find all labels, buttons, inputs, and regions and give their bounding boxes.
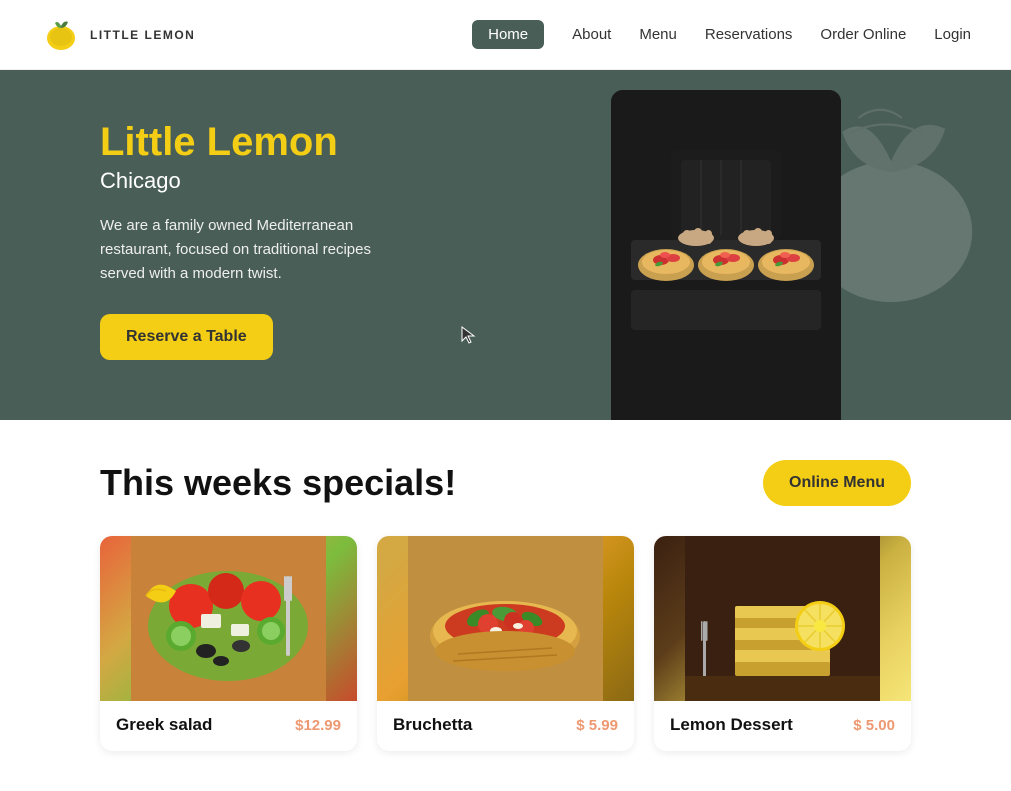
nav-item-reservations[interactable]: Reservations bbox=[705, 26, 793, 44]
nav-item-menu[interactable]: Menu bbox=[639, 26, 677, 44]
nav-item-home[interactable]: Home bbox=[472, 26, 544, 44]
card-body-bruchetta: Bruchetta $ 5.99 bbox=[377, 701, 634, 751]
nav-links: Home About Menu Reservations Order Onlin… bbox=[472, 26, 971, 44]
hero-food-svg bbox=[611, 90, 841, 420]
nav-link-menu[interactable]: Menu bbox=[639, 26, 677, 43]
specials-section: This weeks specials! Online Menu bbox=[0, 420, 1011, 791]
food-canvas-bg bbox=[611, 90, 841, 420]
hero-title: Little Lemon bbox=[100, 120, 380, 164]
hero-food-image bbox=[611, 90, 841, 420]
nav-link-order-online[interactable]: Order Online bbox=[820, 26, 906, 43]
card-image-greek-salad bbox=[100, 536, 357, 701]
specials-header: This weeks specials! Online Menu bbox=[100, 460, 911, 506]
card-image-bruchetta bbox=[377, 536, 634, 701]
hero-section: Little Lemon Chicago We are a family own… bbox=[0, 70, 1011, 420]
specials-cards-row: Greek salad $12.99 bbox=[100, 536, 911, 751]
card-greek-salad: Greek salad $12.99 bbox=[100, 536, 357, 751]
card-name-greek-salad: Greek salad bbox=[116, 715, 212, 735]
specials-title: This weeks specials! bbox=[100, 462, 456, 504]
card-price-greek-salad: $12.99 bbox=[295, 717, 341, 734]
nav-item-login[interactable]: Login bbox=[934, 26, 971, 44]
nav-item-order-online[interactable]: Order Online bbox=[820, 26, 906, 44]
reserve-table-button[interactable]: Reserve a Table bbox=[100, 314, 273, 360]
card-bruchetta: Bruchetta $ 5.99 bbox=[377, 536, 634, 751]
nav-link-reservations[interactable]: Reservations bbox=[705, 26, 793, 43]
navbar: LITTLE LEMON Home About Menu Reservation… bbox=[0, 0, 1011, 70]
mouse-cursor bbox=[460, 325, 480, 345]
card-row-lemon-dessert: Lemon Dessert $ 5.00 bbox=[670, 715, 895, 735]
card-row-bruchetta: Bruchetta $ 5.99 bbox=[393, 715, 618, 735]
hero-subtitle: Chicago bbox=[100, 168, 380, 194]
nav-item-about[interactable]: About bbox=[572, 26, 611, 44]
hero-description: We are a family owned Mediterranean rest… bbox=[100, 214, 380, 286]
card-image-lemon-dessert bbox=[654, 536, 911, 701]
card-name-bruchetta: Bruchetta bbox=[393, 715, 472, 735]
online-menu-button[interactable]: Online Menu bbox=[763, 460, 911, 506]
logo-icon bbox=[40, 14, 82, 56]
hero-content: Little Lemon Chicago We are a family own… bbox=[100, 120, 380, 360]
card-lemon-dessert: Lemon Dessert $ 5.00 bbox=[654, 536, 911, 751]
nav-link-home[interactable]: Home bbox=[472, 20, 544, 49]
card-row-greek-salad: Greek salad $12.99 bbox=[116, 715, 341, 735]
card-price-lemon-dessert: $ 5.00 bbox=[853, 717, 895, 734]
nav-link-login[interactable]: Login bbox=[934, 26, 971, 43]
logo-area: LITTLE LEMON bbox=[40, 14, 195, 56]
card-name-lemon-dessert: Lemon Dessert bbox=[670, 715, 793, 735]
nav-link-about[interactable]: About bbox=[572, 26, 611, 43]
card-body-greek-salad: Greek salad $12.99 bbox=[100, 701, 357, 751]
card-price-bruchetta: $ 5.99 bbox=[576, 717, 618, 734]
card-body-lemon-dessert: Lemon Dessert $ 5.00 bbox=[654, 701, 911, 751]
logo-text: LITTLE LEMON bbox=[90, 28, 195, 42]
